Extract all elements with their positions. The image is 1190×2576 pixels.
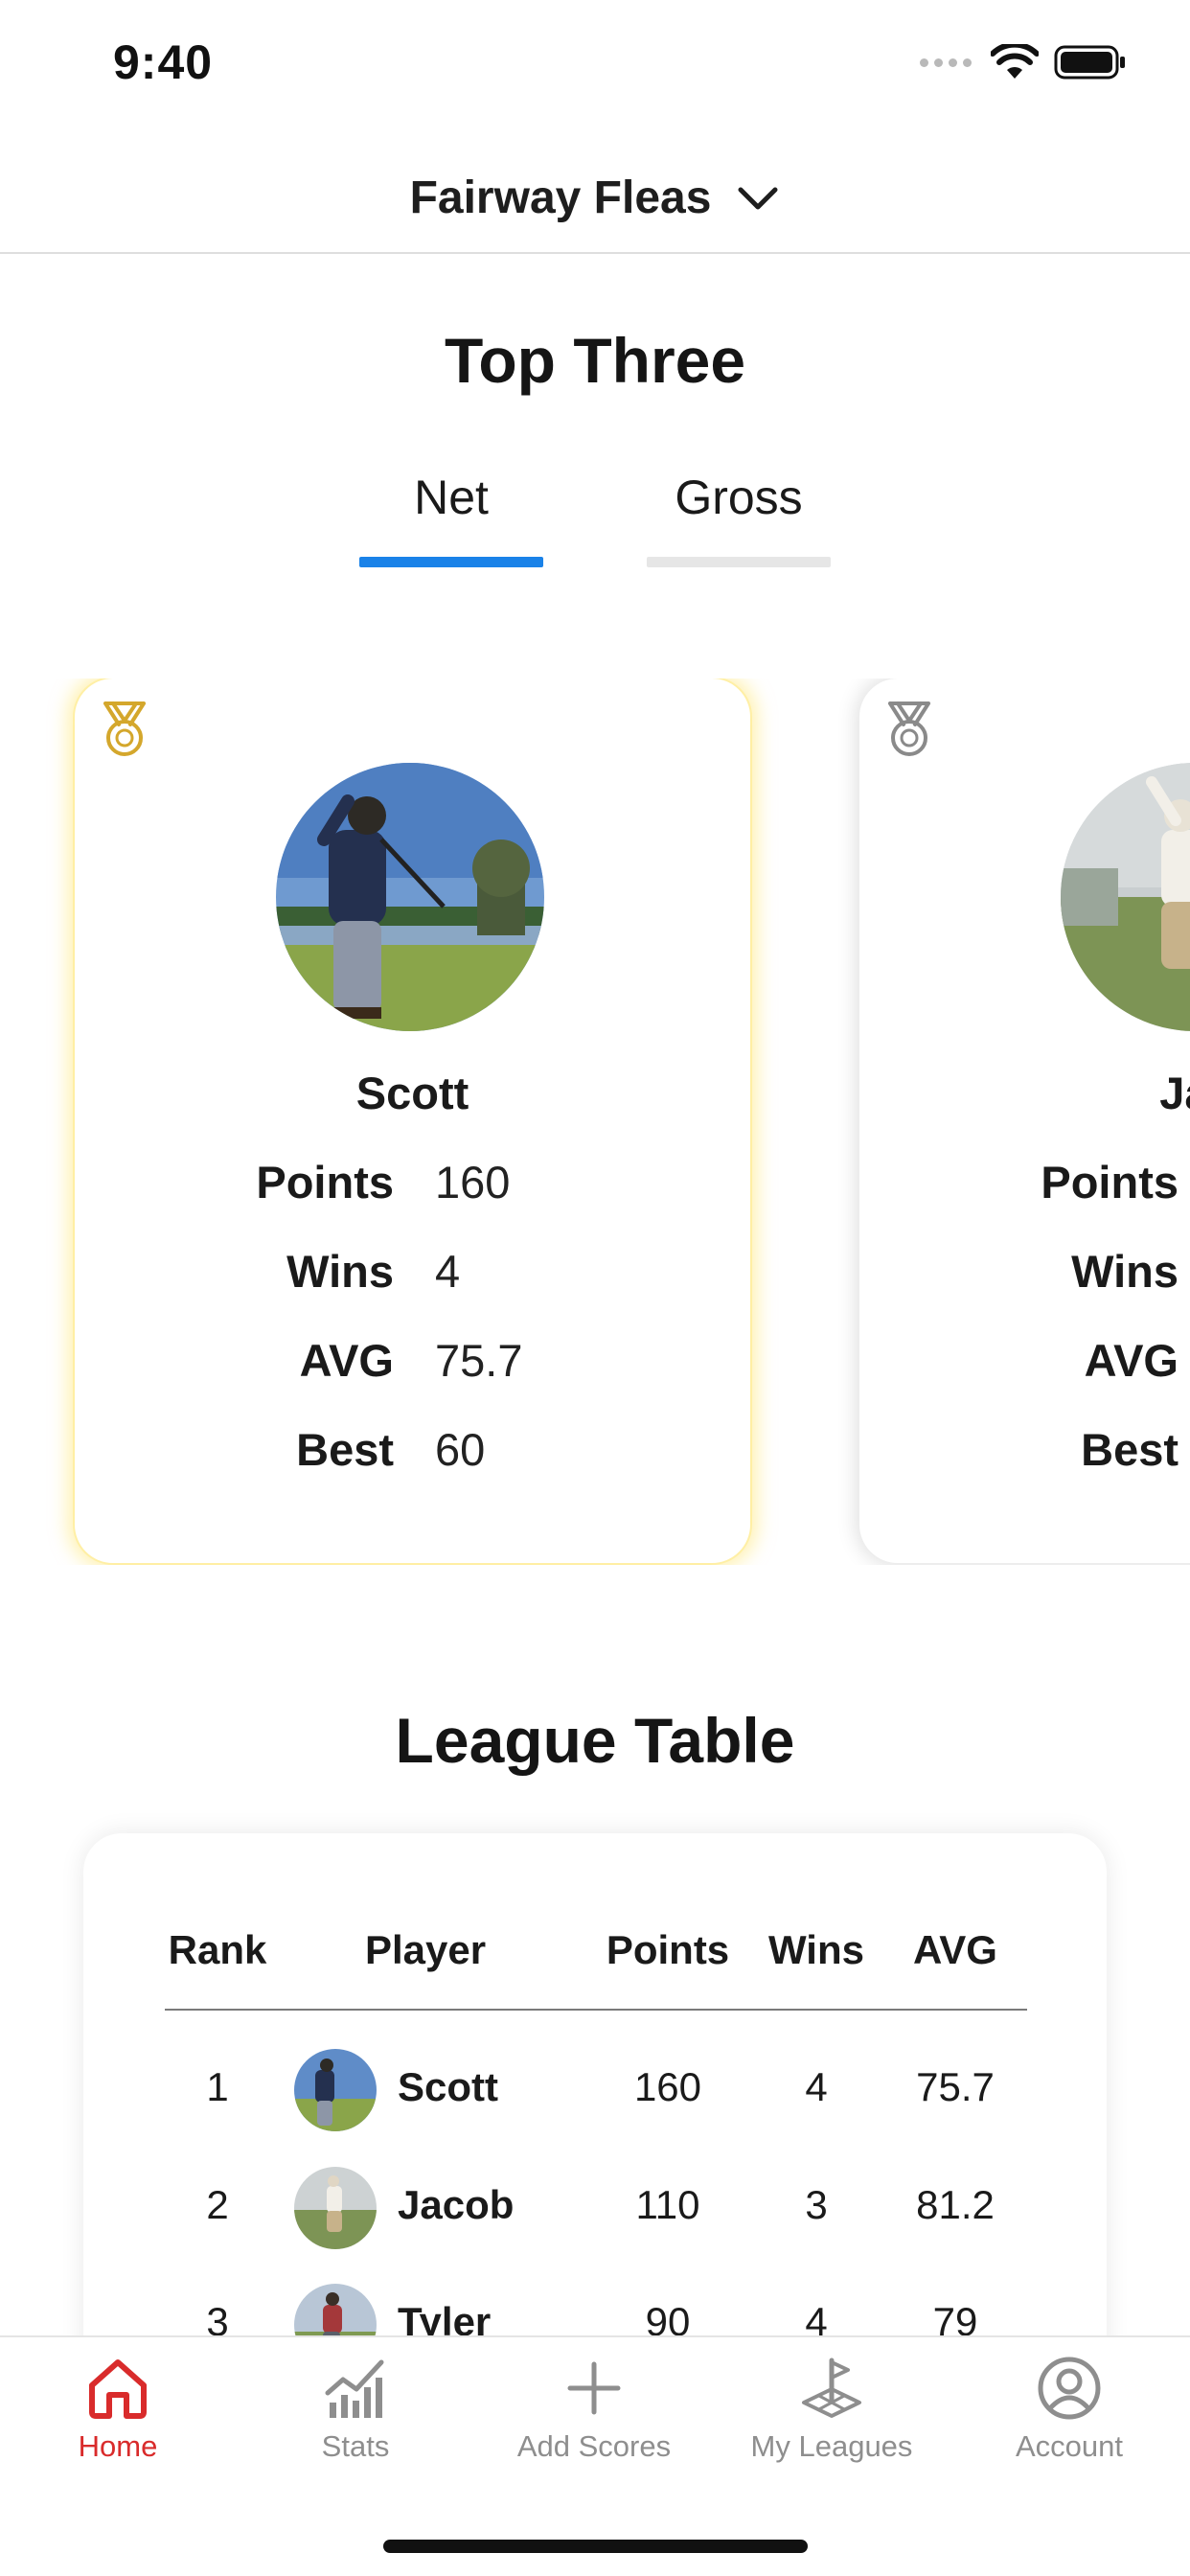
stat-best: Best bbox=[859, 1423, 1190, 1481]
stats-chart-icon bbox=[250, 2355, 461, 2422]
stat-value: 160 bbox=[435, 1157, 511, 1208]
status-icons bbox=[920, 44, 1127, 80]
gold-medal-icon bbox=[96, 700, 153, 759]
tab-net-label: Net bbox=[414, 471, 489, 524]
golf-flag-icon bbox=[726, 2355, 937, 2422]
nav-add-scores[interactable]: Add Scores bbox=[489, 2355, 699, 2498]
stat-avg: AVG bbox=[859, 1334, 1190, 1392]
avatar bbox=[294, 2167, 377, 2249]
stat-label: Best bbox=[296, 1424, 394, 1475]
row-wins: 3 bbox=[805, 2182, 828, 2227]
player-card-second[interactable]: Jac Points Wins AVG Best bbox=[859, 678, 1190, 1563]
nav-add-scores-label: Add Scores bbox=[516, 2429, 672, 2463]
stat-value: 75.7 bbox=[435, 1335, 523, 1386]
avatar bbox=[1061, 763, 1190, 1031]
tab-net[interactable]: Net bbox=[359, 460, 543, 567]
league-table-title: League Table bbox=[395, 1705, 795, 1776]
top-three-carousel[interactable]: Scott Points 160 Wins 4 AVG 75.7 Best 60 bbox=[0, 678, 1190, 1565]
nav-account-label: Account bbox=[1015, 2429, 1123, 2463]
top-three-title: Top Three bbox=[444, 325, 746, 396]
stat-points: Points bbox=[859, 1156, 1190, 1213]
stat-value: 4 bbox=[435, 1246, 461, 1297]
stat-points: Points 160 bbox=[75, 1156, 750, 1213]
row-points: 160 bbox=[633, 2064, 702, 2109]
stat-label: AVG bbox=[1084, 1335, 1179, 1386]
column-header-wins: Wins bbox=[768, 1927, 864, 1972]
nav-my-leagues[interactable]: My Leagues bbox=[726, 2355, 937, 2498]
player-name: Scott bbox=[355, 1068, 469, 1118]
battery-icon bbox=[1054, 44, 1127, 80]
stat-best: Best 60 bbox=[75, 1423, 750, 1481]
row-rank: 2 bbox=[206, 2182, 229, 2227]
cellular-signal-icon bbox=[920, 58, 972, 67]
status-time: 9:40 bbox=[113, 35, 214, 89]
nav-home[interactable]: Home bbox=[12, 2355, 223, 2498]
player-name: Jac bbox=[1159, 1068, 1190, 1118]
stat-wins: Wins bbox=[859, 1245, 1190, 1302]
tab-gross-label: Gross bbox=[675, 471, 803, 524]
home-icon bbox=[12, 2355, 223, 2422]
plus-icon bbox=[489, 2355, 699, 2422]
stat-label: Wins bbox=[286, 1246, 394, 1297]
tab-gross[interactable]: Gross bbox=[647, 460, 831, 567]
row-player-name: Jacob bbox=[398, 2182, 515, 2227]
nav-account[interactable]: Account bbox=[964, 2355, 1175, 2498]
league-selector[interactable]: Fairway Fleas bbox=[0, 144, 1190, 254]
nav-home-label: Home bbox=[78, 2429, 158, 2463]
row-avg: 81.2 bbox=[916, 2182, 995, 2227]
column-header-avg: AVG bbox=[913, 1927, 997, 1972]
stat-label: Best bbox=[1081, 1424, 1179, 1475]
stat-label: Points bbox=[256, 1157, 394, 1208]
home-indicator bbox=[383, 2540, 808, 2553]
nav-stats[interactable]: Stats bbox=[250, 2355, 461, 2498]
row-avg: 75.7 bbox=[916, 2064, 995, 2109]
stat-label: AVG bbox=[299, 1335, 394, 1386]
stat-value: 60 bbox=[435, 1424, 486, 1475]
stat-wins: Wins 4 bbox=[75, 1245, 750, 1302]
table-divider bbox=[165, 2009, 1027, 2011]
stat-label: Points bbox=[1041, 1157, 1179, 1208]
wifi-icon bbox=[991, 44, 1039, 80]
column-header-rank: Rank bbox=[168, 1927, 267, 1972]
avatar bbox=[276, 763, 544, 1031]
column-header-points: Points bbox=[606, 1927, 730, 1972]
player-card-first[interactable]: Scott Points 160 Wins 4 AVG 75.7 Best 60 bbox=[75, 678, 750, 1563]
nav-stats-label: Stats bbox=[321, 2429, 390, 2463]
row-wins: 4 bbox=[805, 2064, 828, 2109]
table-row[interactable]: 2 Jacob 110 3 81.2 bbox=[83, 2167, 1107, 2253]
table-header: Rank Player Points Wins AVG bbox=[83, 1927, 1107, 1985]
tab-net-underline bbox=[359, 557, 543, 567]
silver-medal-icon bbox=[881, 700, 938, 759]
net-gross-tabs: Net Gross bbox=[0, 460, 1190, 575]
league-name: Fairway Fleas bbox=[409, 172, 712, 223]
status-bar: 9:40 bbox=[0, 0, 1190, 126]
nav-my-leagues-label: My Leagues bbox=[750, 2429, 913, 2463]
avatar bbox=[294, 2049, 377, 2131]
row-player-name: Scott bbox=[398, 2064, 498, 2109]
stat-avg: AVG 75.7 bbox=[75, 1334, 750, 1392]
table-row[interactable]: 1 Scott 160 4 75.7 bbox=[83, 2049, 1107, 2135]
account-icon bbox=[964, 2355, 1175, 2422]
row-rank: 1 bbox=[206, 2064, 229, 2109]
tab-gross-underline bbox=[647, 557, 831, 567]
column-header-player: Player bbox=[364, 1927, 487, 1972]
row-points: 110 bbox=[635, 2182, 700, 2227]
chevron-down-icon bbox=[736, 184, 780, 213]
stat-label: Wins bbox=[1071, 1246, 1179, 1297]
